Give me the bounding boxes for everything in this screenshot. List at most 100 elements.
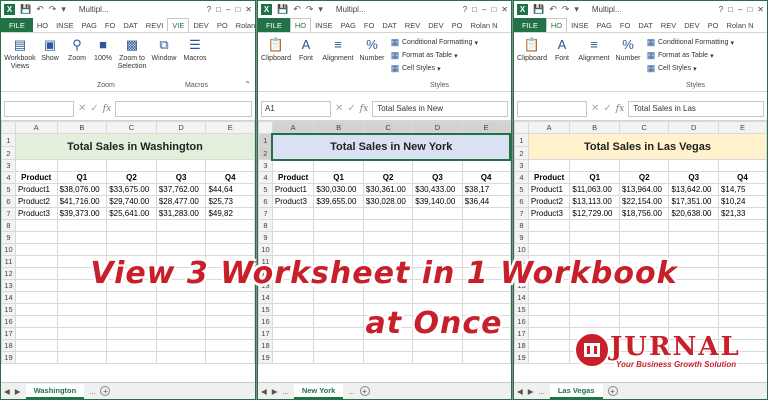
table-header-cell[interactable]: Q1 bbox=[313, 171, 364, 184]
row-header[interactable]: 7 bbox=[1, 207, 16, 220]
table-header-cell[interactable]: Q2 bbox=[362, 171, 414, 184]
minimize-icon[interactable]: – bbox=[482, 5, 486, 14]
help-icon[interactable]: ? bbox=[719, 5, 723, 14]
row-header[interactable]: 7 bbox=[514, 207, 529, 220]
row-header[interactable]: 10 bbox=[514, 243, 529, 256]
close-icon[interactable]: ✕ bbox=[501, 5, 511, 14]
customize-icon[interactable]: ▾ bbox=[318, 4, 323, 15]
sheet-tab-washington[interactable]: Washington bbox=[25, 383, 85, 399]
help-icon[interactable]: ? bbox=[207, 5, 211, 14]
insert-function-icon[interactable]: fx bbox=[616, 104, 624, 114]
table-header-cell[interactable]: Q4 bbox=[205, 171, 255, 184]
next-sheet-icon[interactable]: ▶ bbox=[528, 387, 534, 396]
row-header[interactable]: 9 bbox=[514, 231, 529, 244]
tab-insert[interactable]: INSE bbox=[311, 18, 337, 32]
tab-page-layout[interactable]: PAG bbox=[337, 18, 360, 32]
table-cell[interactable]: $49,82 bbox=[205, 207, 255, 220]
tab-powerpivot[interactable]: PO bbox=[704, 18, 723, 32]
more-sheets-left[interactable]: ... bbox=[539, 387, 545, 396]
table-cell[interactable]: $20,638.00 bbox=[668, 207, 719, 220]
ribbon-display-icon[interactable]: □ bbox=[728, 5, 733, 14]
row-header[interactable]: 6 bbox=[1, 195, 16, 208]
tab-file[interactable]: FILE bbox=[258, 18, 290, 32]
enter-icon[interactable]: ✓ bbox=[603, 103, 611, 114]
add-sheet-icon[interactable]: + bbox=[607, 386, 618, 396]
table-cell[interactable]: Product1 bbox=[271, 183, 315, 196]
table-header-cell[interactable]: Q3 bbox=[412, 171, 463, 184]
table-cell[interactable]: $39,655.00 bbox=[313, 195, 364, 208]
row-header[interactable]: 1 bbox=[1, 133, 16, 147]
column-header[interactable]: A bbox=[14, 121, 58, 134]
table-cell[interactable]: $30,433.00 bbox=[412, 183, 463, 196]
tab-powerpivot[interactable]: PO bbox=[213, 18, 232, 32]
cell-styles-button[interactable]: ▦ Cell Styles ▾ bbox=[646, 63, 697, 74]
more-sheets[interactable]: ... bbox=[89, 387, 95, 396]
tab-review[interactable]: REV bbox=[401, 18, 424, 32]
name-box[interactable] bbox=[4, 100, 74, 117]
table-cell[interactable]: $12,729.00 bbox=[569, 207, 620, 220]
row-header[interactable]: 5 bbox=[1, 183, 16, 196]
table-cell[interactable]: Product1 bbox=[527, 183, 571, 196]
row-header[interactable]: 1 bbox=[258, 133, 273, 147]
sheet-tab-lasvegas[interactable]: Las Vegas bbox=[549, 383, 603, 399]
column-header[interactable]: A bbox=[527, 121, 571, 134]
number-button[interactable]: % Number bbox=[357, 36, 387, 63]
table-header-cell[interactable]: Q4 bbox=[461, 171, 511, 184]
add-sheet-icon[interactable]: + bbox=[359, 386, 370, 396]
redo-icon[interactable]: ↷ bbox=[562, 4, 570, 15]
table-header-cell[interactable]: Product bbox=[14, 171, 58, 184]
show-button[interactable]: ▣ Show bbox=[39, 36, 61, 63]
table-cell[interactable]: $13,642.00 bbox=[668, 183, 719, 196]
table-cell[interactable]: $41,716.00 bbox=[56, 195, 108, 208]
row-header[interactable]: 5 bbox=[258, 183, 273, 196]
enter-icon[interactable]: ✓ bbox=[90, 103, 98, 114]
table-header-cell[interactable]: Product bbox=[527, 171, 571, 184]
save-icon[interactable]: 💾 bbox=[20, 4, 31, 15]
undo-icon[interactable]: ↶ bbox=[549, 4, 557, 15]
column-header[interactable]: B bbox=[56, 121, 108, 134]
row-header[interactable]: 6 bbox=[258, 195, 273, 208]
name-box[interactable]: A1 bbox=[261, 100, 331, 117]
user-name[interactable]: Rolan N bbox=[722, 18, 757, 32]
row-header[interactable]: 2 bbox=[514, 146, 529, 160]
ribbon-display-icon[interactable]: □ bbox=[472, 5, 477, 14]
tab-data[interactable]: DAT bbox=[378, 18, 400, 32]
table-cell[interactable]: $18,756.00 bbox=[618, 207, 670, 220]
alignment-button[interactable]: ≡ Alignment bbox=[320, 36, 356, 63]
column-header[interactable]: C bbox=[106, 121, 157, 134]
minimize-icon[interactable]: – bbox=[738, 5, 742, 14]
clipboard-button[interactable]: 📋 Clipboard bbox=[516, 36, 548, 63]
table-cell[interactable]: Product2 bbox=[527, 195, 571, 208]
table-cell[interactable]: $38,076.00 bbox=[56, 183, 108, 196]
formula-input[interactable] bbox=[115, 100, 252, 117]
row-header[interactable]: 18 bbox=[258, 339, 273, 352]
tab-insert[interactable]: INSE bbox=[52, 18, 78, 32]
column-header[interactable]: C bbox=[618, 121, 670, 134]
zoom-to-selection-button[interactable]: ▩ Zoom to Selection bbox=[115, 36, 149, 71]
sheet-title-cell[interactable]: Total Sales in New York bbox=[271, 132, 511, 161]
close-icon[interactable]: ✕ bbox=[757, 5, 767, 14]
insert-function-icon[interactable]: fx bbox=[103, 104, 111, 114]
tab-data[interactable]: DAT bbox=[119, 18, 141, 32]
font-button[interactable]: A Font bbox=[294, 36, 318, 63]
prev-sheet-icon[interactable]: ◀ bbox=[517, 387, 523, 396]
table-cell[interactable]: $17,351.00 bbox=[668, 195, 719, 208]
table-cell[interactable]: Product3 bbox=[271, 195, 315, 208]
tab-developer[interactable]: DEV bbox=[680, 18, 703, 32]
table-cell[interactable]: $31,283.00 bbox=[155, 207, 207, 220]
save-icon[interactable]: 💾 bbox=[277, 4, 288, 15]
column-header[interactable]: E bbox=[205, 121, 255, 134]
column-header[interactable]: B bbox=[313, 121, 364, 134]
table-cell[interactable]: $44,64 bbox=[205, 183, 255, 196]
help-icon[interactable]: ? bbox=[463, 5, 467, 14]
sheet-tab-newyork[interactable]: New York bbox=[293, 383, 344, 399]
row-header[interactable]: 9 bbox=[1, 231, 16, 244]
row-header[interactable]: 6 bbox=[514, 195, 529, 208]
customize-icon[interactable]: ▾ bbox=[61, 4, 66, 15]
user-name[interactable]: Rolan M bbox=[232, 18, 255, 32]
tab-view[interactable]: VIE bbox=[167, 18, 190, 32]
select-all-corner[interactable] bbox=[258, 121, 273, 134]
row-header[interactable]: 8 bbox=[258, 219, 273, 232]
worksheet-grid[interactable]: A B C D E 1 Total Sales in Washington 2 3… bbox=[1, 121, 255, 382]
table-cell[interactable]: $28,477.00 bbox=[155, 195, 207, 208]
